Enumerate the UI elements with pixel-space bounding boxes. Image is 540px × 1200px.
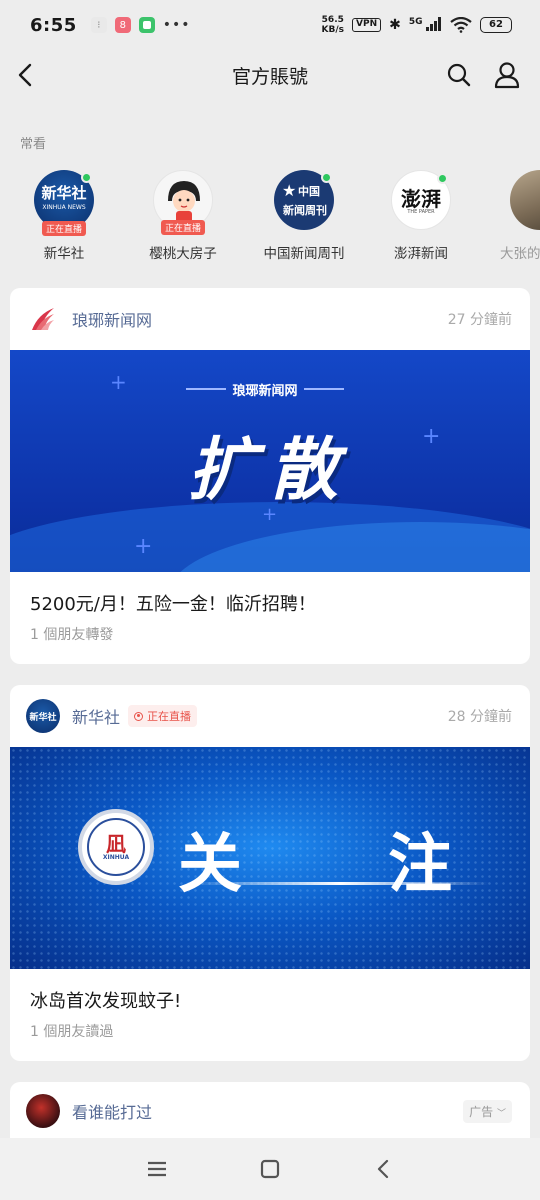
- banner-headline: 扩散: [187, 431, 352, 510]
- friend-activity: 1 個朋友轉發: [30, 627, 114, 643]
- notification-icons: ⁝ 8 •••: [90, 17, 191, 33]
- top-nav: 官方賬號: [0, 50, 540, 100]
- battery-icon: 62: [480, 17, 512, 33]
- source-name[interactable]: 看谁能打过: [72, 1099, 152, 1123]
- profile-icon[interactable]: [494, 61, 520, 89]
- article-title[interactable]: 5200元/月！五险一金！临沂招聘！: [10, 572, 530, 616]
- online-dot: [437, 173, 448, 184]
- avatar: [510, 170, 540, 230]
- back-icon: [378, 1159, 389, 1179]
- search-icon[interactable]: [446, 62, 472, 88]
- plus-decor-icon: +: [110, 370, 127, 394]
- avatar: ★ 中国 新闻周刊: [274, 170, 334, 230]
- article-banner[interactable]: + + + + 琅琊新闻网 扩散: [10, 350, 530, 572]
- chevron-down-icon: ﹀: [496, 1108, 506, 1119]
- system-nav-bar: [0, 1138, 540, 1200]
- frequent-item-dazhang[interactable]: 大张的: [480, 170, 540, 262]
- plus-decor-icon: +: [134, 534, 153, 559]
- card-header: 琅琊新闻网 27 分鐘前: [10, 288, 530, 350]
- banner-headline-left: 关: [178, 828, 242, 902]
- clock: 6:55: [30, 14, 77, 36]
- vpn-icon: VPN: [352, 18, 382, 32]
- ad-avatar: [26, 1094, 60, 1128]
- home-button[interactable]: [250, 1149, 290, 1189]
- frequent-accounts: 新华社 XINHUA NEWS 正在直播 新华社 正在直播 樱桃大房子 ★ 中国…: [0, 170, 540, 270]
- article-card[interactable]: 新华社 新华社 正在直播 28 分鐘前 凪 XINHUA 关 注 冰岛首次发现蚊…: [10, 685, 530, 1061]
- voice-app-icon: ⁝: [90, 17, 107, 33]
- more-notifications-icon: •••: [162, 17, 191, 33]
- live-icon: [134, 711, 144, 721]
- avatar: 正在直播: [153, 170, 213, 235]
- xinhua-logo-icon: 新华社: [26, 699, 60, 733]
- status-bar: 6:55 ⁝ 8 ••• 56.5 KB/s VPN ✱ 5G 62: [0, 0, 540, 50]
- article-title[interactable]: 冰岛首次发现蚊子!: [10, 969, 530, 1013]
- signal-icon: 5G: [409, 16, 442, 34]
- home-icon: [260, 1159, 280, 1179]
- wifi-icon: [450, 17, 472, 33]
- live-badge[interactable]: 正在直播: [128, 705, 198, 727]
- star-icon: ★: [282, 181, 297, 200]
- network-speed: 56.5 KB/s: [321, 15, 345, 35]
- frequent-item-zgxwzk[interactable]: ★ 中国 新闻周刊 中国新闻周刊: [249, 170, 359, 262]
- online-dot: [321, 172, 332, 183]
- live-chip: 正在直播: [160, 220, 206, 235]
- post-time: 27 分鐘前: [447, 312, 512, 328]
- article-card[interactable]: 琅琊新闻网 27 分鐘前 + + + + 琅琊新闻网 扩散 5200元/月！五险…: [10, 288, 530, 664]
- system-back-button[interactable]: [363, 1149, 403, 1189]
- app-icon: 8: [114, 17, 131, 33]
- card-header: 新华社 新华社 正在直播 28 分鐘前: [10, 685, 530, 747]
- frequent-item-pengpai[interactable]: 澎湃 THE PAPER 澎湃新闻: [366, 170, 476, 262]
- online-dot: [81, 172, 92, 183]
- source-name[interactable]: 琅琊新闻网: [72, 307, 152, 331]
- app-icon: [138, 17, 155, 33]
- post-time: 28 分鐘前: [447, 709, 512, 725]
- article-banner[interactable]: 凪 XINHUA 关 注: [10, 747, 530, 969]
- frequent-label: 常看: [20, 137, 47, 152]
- frequent-item-xinhua[interactable]: 新华社 XINHUA NEWS 正在直播 新华社: [9, 170, 119, 262]
- status-right: 56.5 KB/s VPN ✱ 5G 62: [322, 15, 512, 35]
- banner-brand: 琅琊新闻网: [232, 383, 298, 399]
- banner-headline-right: 注: [388, 828, 452, 902]
- avatar: 澎湃 THE PAPER: [391, 170, 451, 230]
- menu-icon: [147, 1161, 166, 1177]
- back-icon[interactable]: [14, 62, 38, 88]
- ad-tag[interactable]: 广告 ﹀: [463, 1099, 512, 1123]
- source-name[interactable]: 新华社: [72, 704, 120, 728]
- frequent-item-cherry[interactable]: 正在直播 樱桃大房子: [128, 170, 238, 262]
- menu-button[interactable]: [137, 1149, 177, 1189]
- xinhua-emblem-icon: 凪 XINHUA: [78, 809, 154, 885]
- card-header: 看谁能打过 广告 ﹀: [10, 1082, 530, 1140]
- bluetooth-icon: ✱: [389, 17, 401, 33]
- live-chip: 正在直播: [41, 221, 87, 236]
- friend-activity: 1 個朋友讀過: [30, 1024, 114, 1040]
- langya-logo-icon: [26, 302, 60, 336]
- avatar: 新华社 XINHUA NEWS 正在直播: [34, 170, 94, 236]
